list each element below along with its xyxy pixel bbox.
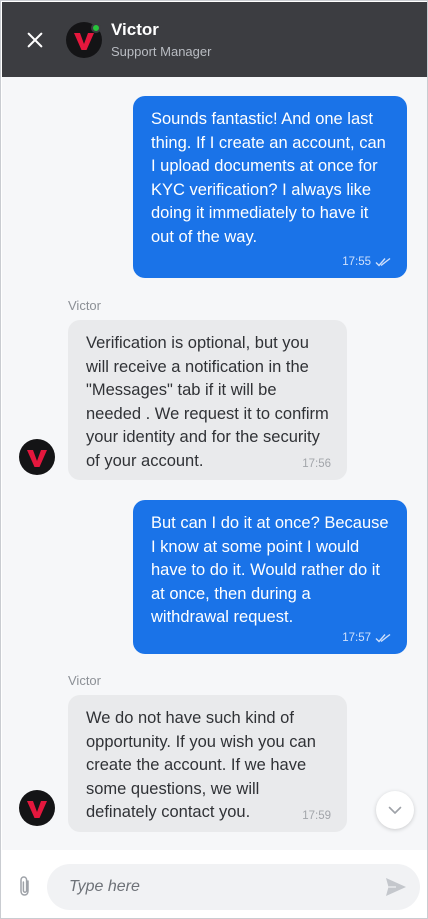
message-input-container bbox=[47, 864, 420, 910]
message-text: Verification is optional, but you will r… bbox=[86, 334, 329, 470]
chat-header: Victor Support Manager bbox=[2, 2, 427, 77]
agent-avatar bbox=[19, 790, 55, 826]
sender-name: Victor bbox=[68, 673, 101, 688]
agent-avatar bbox=[19, 439, 55, 475]
incoming-message: Verification is optional, but you will r… bbox=[68, 320, 347, 480]
close-icon[interactable] bbox=[22, 27, 48, 53]
send-icon[interactable] bbox=[385, 877, 407, 897]
sender-name: Victor bbox=[68, 298, 101, 313]
message-time: 17:59 bbox=[302, 810, 331, 822]
agent-name: Victor bbox=[111, 20, 159, 39]
paperclip-icon[interactable] bbox=[15, 875, 35, 899]
message-time: 17:55 bbox=[342, 256, 371, 268]
message-meta: 17:55 bbox=[342, 255, 391, 269]
chat-widget: Victor Support Manager Sounds fantastic!… bbox=[0, 0, 428, 919]
online-status-icon bbox=[91, 23, 101, 33]
double-check-icon bbox=[375, 633, 391, 643]
message-time: 17:56 bbox=[302, 458, 331, 470]
message-text: We do not have such kind of opportunity.… bbox=[86, 709, 316, 821]
message-input[interactable] bbox=[69, 864, 369, 910]
outgoing-message: Sounds fantastic! And one last thing. If… bbox=[133, 96, 407, 278]
outgoing-message: But can I do it at once? Because I know … bbox=[133, 500, 407, 654]
message-meta: 17:57 bbox=[342, 631, 391, 645]
chevron-down-icon bbox=[388, 806, 402, 814]
agent-role: Support Manager bbox=[111, 44, 212, 59]
message-time: 17:57 bbox=[342, 632, 371, 644]
message-list[interactable]: Sounds fantastic! And one last thing. If… bbox=[2, 77, 427, 850]
double-check-icon bbox=[375, 257, 391, 267]
message-text: Sounds fantastic! And one last thing. If… bbox=[151, 110, 386, 246]
scroll-down-button[interactable] bbox=[376, 791, 414, 829]
incoming-message: We do not have such kind of opportunity.… bbox=[68, 695, 347, 832]
message-composer bbox=[2, 850, 427, 918]
message-text: But can I do it at once? Because I know … bbox=[151, 514, 389, 626]
